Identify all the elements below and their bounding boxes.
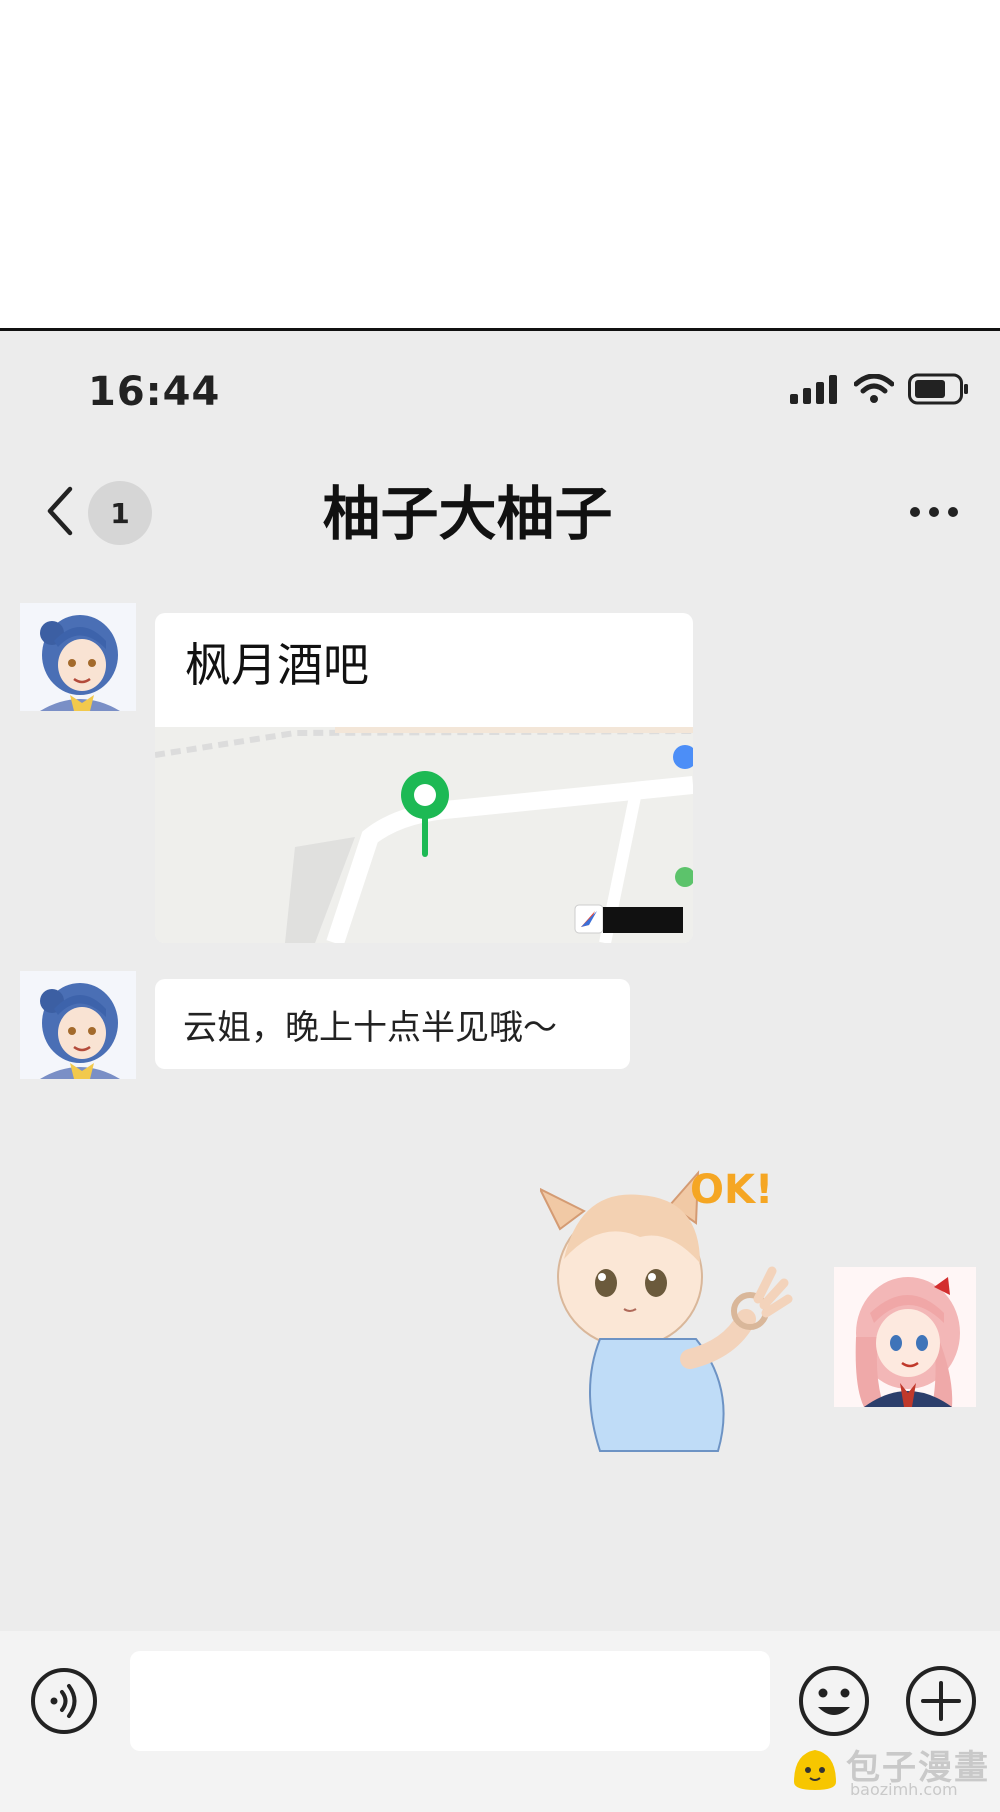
- more-options-button[interactable]: [910, 507, 958, 517]
- dot-icon: [948, 507, 958, 517]
- self-avatar-drawing: [834, 1267, 976, 1407]
- text-message-bubble[interactable]: 云姐，晚上十点半见哦～: [155, 979, 630, 1069]
- comic-panel: 16:44 1 柚子大柚子 枫月酒吧 云姐，晚上十点半见哦～ OK! 包子漫畫 …: [0, 0, 1000, 1812]
- contact-avatar-drawing: [20, 971, 136, 1079]
- signal-icon: [790, 375, 837, 404]
- message-text: 云姐，晚上十点半见哦～: [183, 1007, 557, 1048]
- emoji-icon[interactable]: [798, 1665, 870, 1737]
- contact-avatar[interactable]: [20, 971, 136, 1079]
- watermark-domain: baozimh.com: [850, 1780, 958, 1799]
- location-map-preview: [155, 727, 693, 943]
- status-icons: [790, 373, 970, 405]
- contact-avatar-drawing: [20, 603, 136, 711]
- self-avatar[interactable]: [834, 1267, 976, 1407]
- dot-icon: [910, 507, 920, 517]
- site-watermark: 包子漫畫 baozimh.com: [790, 1740, 990, 1804]
- bun-logo-icon: [794, 1750, 836, 1790]
- dot-icon: [929, 507, 939, 517]
- location-name: 枫月酒吧: [185, 638, 369, 692]
- voice-input-icon[interactable]: [30, 1667, 98, 1735]
- sticker-ok-text: OK!: [690, 1167, 773, 1213]
- cat-boy-ok-sticker-drawing: OK!: [537, 1167, 793, 1452]
- wifi-icon: [854, 374, 894, 403]
- battery-icon: [908, 373, 968, 405]
- plus-icon[interactable]: [905, 1665, 977, 1737]
- contact-avatar[interactable]: [20, 603, 136, 711]
- chat-screen: 16:44 1 柚子大柚子 枫月酒吧 云姐，晚上十点半见哦～ OK!: [0, 328, 1000, 1812]
- status-time: 16:44: [88, 369, 221, 415]
- chat-title: 柚子大柚子: [322, 480, 613, 548]
- ok-sticker[interactable]: OK!: [537, 1159, 820, 1459]
- location-message-card[interactable]: 枫月酒吧: [155, 613, 693, 943]
- message-input[interactable]: [130, 1651, 770, 1751]
- map-drawing: [155, 727, 693, 943]
